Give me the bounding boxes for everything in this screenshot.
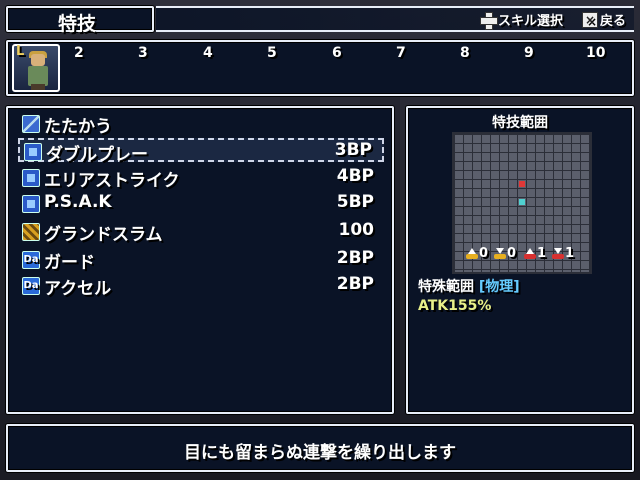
skill-item-accel[interactable]: Da アクセル 2BP [18,274,384,299]
target-cell [519,181,525,187]
self-cell [519,199,525,205]
skill-box-icon [22,195,40,213]
range-type: 特殊範囲 [物理] [418,276,520,296]
menu-title: 特技 [58,13,97,35]
turn-number: 9 [524,45,534,61]
da-icon: Da [22,251,40,269]
modifier-def-down: 1 [552,246,574,261]
yellow-up-arrow-icon [466,247,478,260]
skill-range-panel: 特技範囲 0 0 1 1 特殊範囲 [物理] ATK155% [406,106,634,414]
turn-number: 2 [74,45,84,61]
modifier-value: 0 [507,246,517,261]
skill-item-grand-slam[interactable]: グランドスラム 100 [18,220,384,245]
modifier-atk-down: 0 [494,246,516,261]
range-type-tag: [物理] [478,279,520,295]
red-down-arrow-icon [552,247,564,260]
skill-name: たたかう [44,117,112,137]
atk-multiplier: ATK155% [418,298,492,314]
skill-description: 目にも留まらぬ連撃を繰り出します [184,443,456,463]
turn-number: 3 [138,45,148,61]
skill-name: ガード [44,253,95,273]
skill-cost: 3BP [334,140,372,160]
skill-name: エリアストライク [44,171,180,191]
modifier-value: 1 [537,246,547,261]
range-title: 特技範囲 [492,115,548,131]
skill-select-label: スキル選択 [498,14,564,29]
back-label: 戻る [600,14,627,29]
turn-number: 6 [332,45,342,61]
turn-number: 10 [586,45,606,61]
skill-list-panel: たたかう ダブルプレー 3BP エリアストライク 4BP P.S.A.K 5BP… [6,106,394,414]
skill-item-guard[interactable]: Da ガード 2BP [18,248,384,273]
dpad-icon [480,11,498,30]
skill-item-attack[interactable]: たたかう [18,112,384,137]
portrait-letter: L [16,44,25,59]
gold-skill-icon [22,223,40,241]
modifier-value: 0 [479,246,489,261]
da-icon: Da [22,277,40,295]
skill-box-icon [22,169,40,187]
skill-cost: 5BP [336,192,374,212]
skill-name: アクセル [44,279,112,299]
skill-cost: 2BP [336,248,374,268]
menu-title-box: 特技 [6,6,154,35]
x-button-icon: × [582,11,598,28]
turn-number: 8 [460,45,470,61]
character-portrait: L [12,44,60,92]
description-panel: 目にも留まらぬ連撃を繰り出します [6,424,634,472]
skill-item-psak[interactable]: P.S.A.K 5BP [18,192,384,216]
turn-order-bar: L 2 3 4 5 6 7 8 9 10 [6,40,634,96]
skill-name: P.S.A.K [44,192,112,212]
red-up-arrow-icon [524,247,536,260]
modifier-value: 1 [565,246,575,261]
sword-icon [22,115,40,133]
skill-cost: 100 [338,220,375,240]
turn-number: 4 [203,45,213,61]
yellow-down-arrow-icon [494,247,506,260]
skill-name: グランドスラム [44,225,163,245]
skill-name: ダブルプレー [46,145,148,165]
turn-number: 7 [396,45,406,61]
skill-item-double-play[interactable]: ダブルプレー 3BP [18,138,384,165]
back-hint[interactable]: × 戻る [582,10,626,29]
skill-box-icon [24,143,42,161]
range-type-label: 特殊範囲 [418,279,474,295]
modifier-atk-up: 0 [466,246,488,261]
skill-select-hint: スキル選択 [480,10,564,30]
skill-item-area-strike[interactable]: エリアストライク 4BP [18,166,384,191]
modifier-def-up: 1 [524,246,546,261]
turn-number: 5 [267,45,277,61]
skill-cost: 2BP [336,274,374,294]
skill-cost: 4BP [336,166,374,186]
